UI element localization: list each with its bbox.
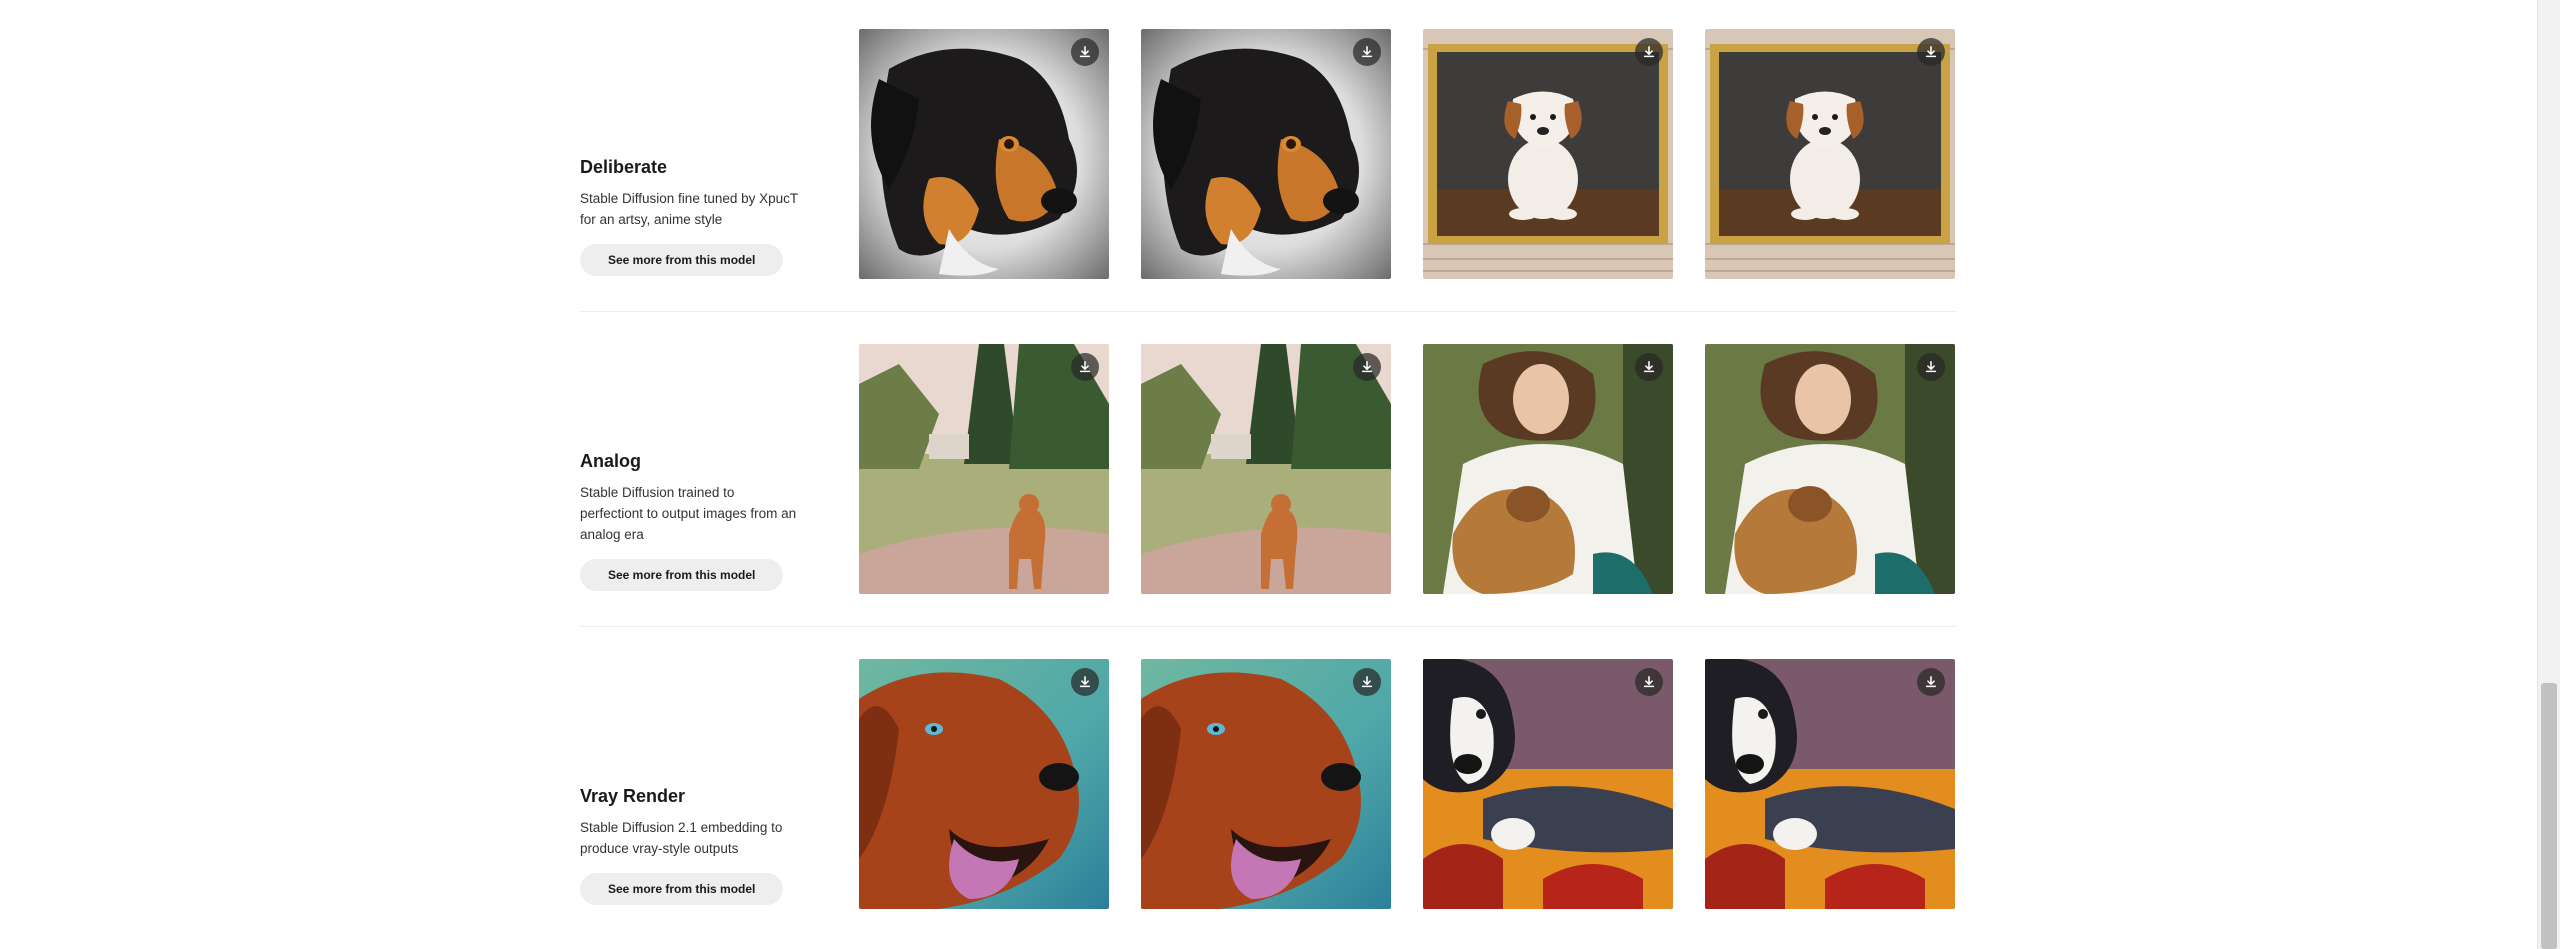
retriever-in-field-image [859, 344, 1109, 594]
framed-beagle-image [1423, 29, 1673, 279]
image-thumbnail[interactable] [1705, 29, 1955, 279]
download-icon [1925, 675, 1937, 688]
download-icon [1925, 360, 1937, 373]
row-divider [580, 311, 1956, 312]
rottweiler-portrait-image [859, 29, 1109, 279]
description-line: Stable Diffusion 2.1 embedding to [580, 820, 783, 835]
description-line: produce vray-style outputs [580, 841, 739, 856]
image-thumbnail[interactable] [1423, 344, 1673, 594]
download-button[interactable] [1635, 353, 1663, 381]
image-thumbnail[interactable] [1423, 659, 1673, 909]
see-more-button[interactable]: See more from this model [580, 873, 784, 905]
model-description: Stable Diffusion 2.1 embedding to produc… [580, 817, 820, 859]
download-button[interactable] [1353, 668, 1381, 696]
image-thumbnail[interactable] [1141, 344, 1391, 594]
model-name: Analog [580, 451, 641, 471]
woman-with-dog-image [1423, 344, 1673, 594]
model-name: Vray Render [580, 786, 686, 806]
see-more-button[interactable]: See more from this model [580, 559, 784, 591]
download-icon [1079, 45, 1091, 58]
model-row-vray-render: Vray Render Stable Diffusion 2.1 embeddi… [580, 659, 1956, 949]
download-button[interactable] [1353, 38, 1381, 66]
description-line: for an artsy, anime style [580, 212, 723, 227]
image-thumbnail[interactable] [1423, 29, 1673, 279]
download-icon [1361, 45, 1373, 58]
download-icon [1079, 360, 1091, 373]
description-line: perfectiont to output images from an [580, 506, 797, 521]
setter-tongue-out-image [1141, 659, 1391, 909]
woman-with-dog-image [1705, 344, 1955, 594]
model-info: Vray Render Stable Diffusion 2.1 embeddi… [580, 785, 820, 905]
download-icon [1643, 675, 1655, 688]
model-info: Analog Stable Diffusion trained to perfe… [580, 450, 820, 591]
download-button[interactable] [1635, 668, 1663, 696]
description-line: analog era [580, 527, 644, 542]
download-icon [1361, 360, 1373, 373]
setter-tongue-out-image [859, 659, 1109, 909]
download-button[interactable] [1917, 353, 1945, 381]
download-icon [1925, 45, 1937, 58]
dog-on-couch-image [1423, 659, 1673, 909]
see-more-button[interactable]: See more from this model [580, 244, 784, 276]
model-row-analog: Analog Stable Diffusion trained to perfe… [580, 344, 1956, 659]
description-line: Stable Diffusion trained to [580, 485, 735, 500]
framed-beagle-image [1705, 29, 1955, 279]
download-button[interactable] [1071, 353, 1099, 381]
download-button[interactable] [1353, 353, 1381, 381]
model-name: Deliberate [580, 157, 668, 177]
image-thumbnail[interactable] [859, 344, 1109, 594]
model-description: Stable Diffusion fine tuned by XpucT for… [580, 188, 820, 230]
model-gallery-page: Deliberate Stable Diffusion fine tuned b… [0, 0, 2560, 949]
dog-on-couch-image [1705, 659, 1955, 909]
download-button[interactable] [1635, 38, 1663, 66]
image-thumbnail[interactable] [1141, 659, 1391, 909]
image-thumbnail[interactable] [1141, 29, 1391, 279]
download-button[interactable] [1917, 668, 1945, 696]
image-thumbnail[interactable] [1705, 344, 1955, 594]
description-line: Stable Diffusion fine tuned by XpucT [580, 191, 799, 206]
row-divider [580, 626, 1956, 627]
download-icon [1079, 675, 1091, 688]
rottweiler-portrait-image [1141, 29, 1391, 279]
scrollbar-track[interactable] [2537, 0, 2560, 949]
download-icon [1643, 45, 1655, 58]
download-button[interactable] [1071, 668, 1099, 696]
image-thumbnail[interactable] [859, 659, 1109, 909]
download-icon [1361, 675, 1373, 688]
model-info: Deliberate Stable Diffusion fine tuned b… [580, 156, 820, 276]
image-thumbnail[interactable] [1705, 659, 1955, 909]
download-icon [1643, 360, 1655, 373]
image-thumbnail[interactable] [859, 29, 1109, 279]
model-row-deliberate: Deliberate Stable Diffusion fine tuned b… [580, 29, 1956, 344]
retriever-in-field-image [1141, 344, 1391, 594]
scrollbar-thumb[interactable] [2541, 683, 2557, 949]
download-button[interactable] [1917, 38, 1945, 66]
download-button[interactable] [1071, 38, 1099, 66]
model-description: Stable Diffusion trained to perfectiont … [580, 482, 820, 545]
